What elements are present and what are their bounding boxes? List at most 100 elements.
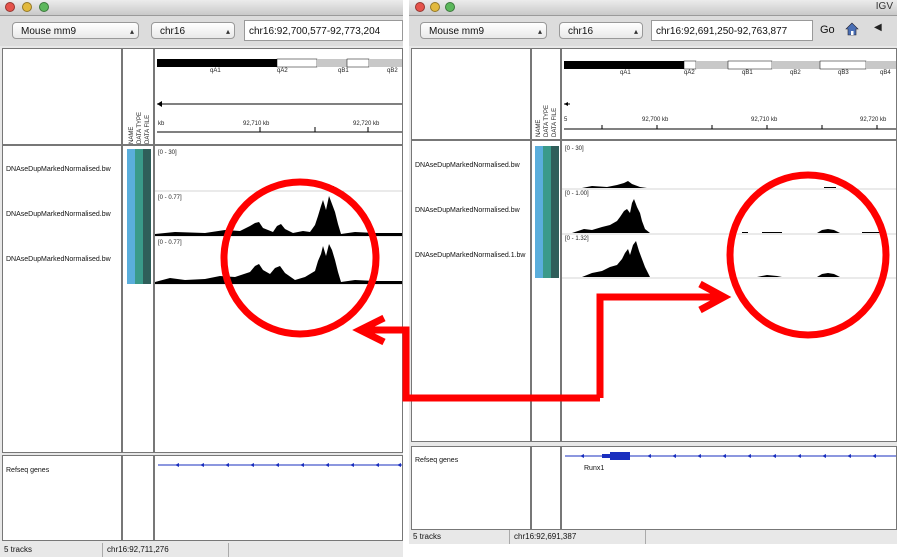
igv-window-right: IGV Mouse mm9 ▴ chr16 ▴ chr16:92,691,250… — [409, 0, 897, 544]
attr-file-cell[interactable] — [551, 146, 559, 278]
attribute-header-panel: NAME DATA TYPE DATA FILE — [122, 48, 154, 145]
attr-type-cell[interactable] — [135, 149, 143, 284]
track-name[interactable]: DNAseDupMarkedNormalised.1.bw — [415, 252, 526, 259]
status-empty — [228, 543, 403, 557]
attr-header-data-file[interactable]: DATA FILE — [552, 108, 558, 137]
coverage-tracks-svg — [155, 186, 402, 285]
attribute-panel — [122, 145, 154, 453]
chromosome-value: chr16 — [568, 26, 594, 37]
attr-header-data-file[interactable]: DATA FILE — [145, 115, 151, 144]
toolbar: Mouse mm9 ▴ chr16 ▴ chr16:92,691,250-92,… — [409, 16, 897, 46]
igv-window-left: Mouse mm9 ▴ chr16 ▴ chr16:92,700,577-92,… — [0, 0, 403, 557]
ruler-tick-label: 5 — [564, 117, 568, 123]
genome-value: Mouse mm9 — [429, 26, 485, 37]
ruler-tick-label: 92,720 kb — [353, 121, 380, 127]
status-position: chr16:92,691,387 — [509, 530, 644, 544]
attr-type-cell[interactable] — [543, 146, 551, 278]
header-panel: qA1 qA2 qB1 qB2 qB3 qB4 5 92,700 kb 92,7… — [561, 48, 897, 140]
gene-track-name[interactable]: Refseq genes — [415, 457, 458, 464]
gene-track-svg — [158, 463, 402, 467]
data-range: [0 - 0.77] — [158, 195, 182, 201]
track-name[interactable]: DNAseDupMarkedNormalised.bw — [6, 256, 111, 263]
genome-dropdown[interactable]: Mouse mm9 ▴ — [12, 22, 139, 39]
cytoband-label: qB2 — [387, 68, 398, 74]
data-panel: [0 - 30] [0 - 0.77] [0 - 0.77] — [154, 145, 403, 453]
ruler-unit: kb — [158, 121, 165, 127]
status-empty — [645, 530, 897, 544]
track-name[interactable]: DNAseDupMarkedNormalised.bw — [415, 207, 520, 214]
back-arrow-icon[interactable]: ◀ — [874, 22, 882, 33]
name-header-panel — [2, 48, 122, 145]
chromosome-dropdown[interactable]: chr16 ▴ — [559, 22, 643, 39]
data-range: [0 - 1.32] — [565, 236, 589, 242]
attribute-panel — [531, 140, 561, 442]
feature-attribute-panel — [531, 446, 561, 530]
feature-panel: Runx1 — [561, 446, 897, 530]
ruler-tick-label: 92,700 kb — [642, 117, 669, 123]
chromosome-dropdown[interactable]: chr16 ▴ — [151, 22, 235, 39]
locus-input[interactable]: chr16:92,691,250-92,763,877 — [651, 20, 813, 41]
attr-name-cell[interactable] — [535, 146, 543, 278]
cytoband-label: qA2 — [277, 68, 288, 74]
close-icon[interactable] — [5, 2, 15, 12]
cytoband-label: qB2 — [790, 70, 801, 76]
status-track-count: 5 tracks — [413, 532, 442, 541]
feature-attribute-panel — [122, 455, 154, 541]
attribute-header-panel: NAME DATA TYPE DATA FILE — [531, 48, 561, 140]
attr-header-data-type[interactable]: DATA TYPE — [137, 112, 143, 144]
attr-file-cell[interactable] — [143, 149, 151, 284]
gene-track-name[interactable]: Refseq genes — [6, 467, 49, 474]
cytoband-label: qA1 — [620, 70, 631, 76]
title-bar — [0, 0, 403, 16]
dropdown-arrow-icon: ▴ — [537, 27, 542, 36]
attr-name-cell[interactable] — [127, 149, 135, 284]
gene-label: Runx1 — [584, 465, 605, 472]
zoom-icon[interactable] — [39, 2, 49, 12]
track-name[interactable]: DNAseDupMarkedNormalised.bw — [6, 166, 111, 173]
status-bar: 5 tracks chr16:92,711,276 — [0, 543, 403, 557]
ideogram-ruler-svg — [157, 58, 402, 133]
data-range: [0 - 30] — [565, 146, 584, 152]
name-header-panel — [411, 48, 531, 140]
gene-track-svg — [565, 452, 896, 460]
ideogram-ruler-svg — [564, 60, 896, 130]
status-bar: 5 tracks chr16:92,691,387 — [409, 530, 897, 544]
data-range: [0 - 0.77] — [158, 240, 182, 246]
track-name[interactable]: DNAseDupMarkedNormalised.bw — [6, 211, 111, 218]
dropdown-arrow-icon: ▴ — [225, 27, 230, 36]
attr-header-name[interactable]: NAME — [129, 127, 135, 144]
genome-dropdown[interactable]: Mouse mm9 ▴ — [420, 22, 547, 39]
zoom-icon[interactable] — [445, 2, 455, 12]
cytoband-label: qB1 — [338, 68, 349, 74]
minimize-icon[interactable] — [22, 2, 32, 12]
data-range: [0 - 30] — [158, 150, 177, 156]
cytoband-label: qB3 — [838, 70, 849, 76]
chromosome-value: chr16 — [160, 26, 186, 37]
cytoband-label: qA1 — [210, 68, 221, 74]
feature-panel — [154, 455, 403, 541]
feature-names-panel: Refseq genes — [411, 446, 531, 530]
track-names-panel: DNAseDupMarkedNormalised.bw DNAseDupMark… — [411, 140, 531, 442]
coverage-tracks-svg — [562, 181, 896, 279]
ruler-tick-label: 92,710 kb — [751, 117, 778, 123]
ruler-tick-label: 92,710 kb — [243, 121, 270, 127]
status-track-count: 5 tracks — [4, 545, 33, 554]
cytoband-label: qA2 — [684, 70, 695, 76]
attr-header-name[interactable]: NAME — [536, 120, 542, 137]
data-panel: [0 - 30] [0 - 1.00] [0 - 1.32] — [561, 140, 897, 442]
ruler-tick-label: 92,720 kb — [860, 117, 887, 123]
attr-header-data-type[interactable]: DATA TYPE — [544, 105, 550, 137]
cytoband-label: qB1 — [742, 70, 753, 76]
title-bar: IGV — [409, 0, 897, 16]
header-panel: qA1 qA2 qB1 qB2 kb 92,710 kb 92,720 kb — [154, 48, 403, 145]
close-icon[interactable] — [415, 2, 425, 12]
feature-names-panel: Refseq genes — [2, 455, 122, 541]
home-icon[interactable] — [845, 22, 859, 36]
minimize-icon[interactable] — [430, 2, 440, 12]
dropdown-arrow-icon: ▴ — [129, 27, 134, 36]
genome-value: Mouse mm9 — [21, 26, 77, 37]
dropdown-arrow-icon: ▴ — [633, 27, 638, 36]
track-name[interactable]: DNAseDupMarkedNormalised.bw — [415, 162, 520, 169]
go-button[interactable]: Go — [820, 24, 835, 36]
locus-input[interactable]: chr16:92,700,577-92,773,204 — [244, 20, 403, 41]
